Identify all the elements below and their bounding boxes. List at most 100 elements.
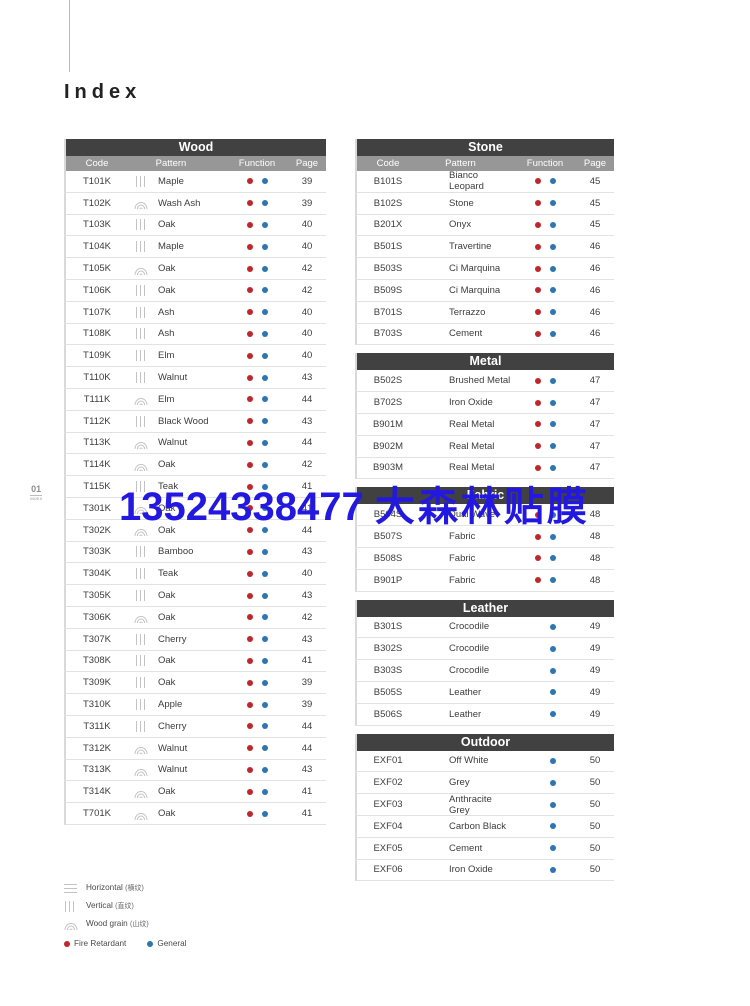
table-row[interactable]: B302S Crocodile 49 [355,638,614,661]
table-row[interactable]: EXF04 Carbon Black 50 [355,815,614,838]
table-row[interactable]: T115K Teak 41 [64,476,326,498]
cell-function [226,418,288,425]
table-row[interactable]: EXF05 Cement 50 [355,837,614,860]
general-dot [261,810,268,817]
cell-pattern-icon [128,699,154,711]
table-row[interactable]: B903M Real Metal 47 [355,457,614,480]
cell-pattern-icon [128,241,154,253]
table-row[interactable]: B503S Ci Marquina 46 [355,258,614,280]
table-row[interactable]: T302K Oak 44 [64,519,326,542]
table-row[interactable]: EXF06 Iron Oxide 50 [355,859,614,882]
table-row[interactable]: T102K Wash Ash 39 [64,192,326,215]
table-row[interactable]: B701S Terrazzo 46 [355,301,614,324]
table-row[interactable]: T314K Oak 41 [64,781,326,804]
table-row[interactable]: B101S Bianco Leopard 45 [355,170,614,193]
table-row[interactable]: T104K Maple 40 [64,236,326,259]
cell-function [226,788,288,795]
vertical-icon [135,677,148,689]
cell-pattern-icon [128,655,154,667]
table-row[interactable]: B303S Crocodile 49 [355,660,614,682]
cell-code: EXF06 [373,864,403,876]
wood-grain-icon [134,808,148,820]
table-row[interactable]: B703S Cement 46 [355,323,614,346]
cell-pattern: Oak [158,284,176,296]
table-row[interactable]: B504S Dual Wave 48 [355,504,614,527]
cell-pattern: Fabric [449,574,476,586]
table-outdoor: Outdoor EXF01 Off White 50 EXF02 Grey 50 EXF03 A… [355,733,614,882]
cell-pattern-icon [128,415,154,427]
general-dot [261,396,268,403]
fire-retardant-dot [534,533,541,540]
table-row[interactable]: T106K Oak 42 [64,279,326,302]
table-row[interactable]: T105K Oak 42 [64,258,326,280]
fire-retardant-dot-absent [535,624,541,630]
cell-code: B201X [373,219,403,231]
table-row[interactable]: EXF03 Anthracite Grey 50 [355,794,614,816]
table-row[interactable]: T301K Oak 41 [64,497,326,520]
cell-pattern-icon [128,175,154,187]
table-row[interactable]: T701K Oak 41 [64,803,326,825]
table-row[interactable]: B502S Brushed Metal 47 [355,370,614,393]
cell-function [226,243,288,250]
table-row[interactable]: B501S Travertine 46 [355,236,614,259]
table-row[interactable]: T112K Black Wood 43 [64,410,326,433]
table-row[interactable]: T305K Oak 43 [64,585,326,607]
table-row[interactable]: EXF01 Off White 50 [355,750,614,773]
fire-retardant-dot-absent [535,711,541,717]
table-row[interactable]: B702S Iron Oxide 47 [355,392,614,414]
table-row[interactable]: T303K Bamboo 43 [64,541,326,564]
cell-pattern: Iron Oxide [449,864,493,876]
table-row[interactable]: B506S Leather 49 [355,703,614,726]
table-row[interactable]: B102S Stone 45 [355,192,614,215]
table-row[interactable]: T103K Oak 40 [64,214,326,237]
cell-pattern-icon [128,590,154,602]
table-row[interactable]: T313K Walnut 43 [64,759,326,782]
table-row[interactable]: T113K Walnut 44 [64,432,326,455]
cell-page: 50 [589,820,601,832]
table-row[interactable]: T109K Elm 40 [64,345,326,368]
table-row[interactable]: B509S Ci Marquina 46 [355,279,614,302]
cell-code: T314K [83,786,111,798]
cell-pattern: Dual Wave [449,509,496,521]
legend-icon [64,883,86,894]
table-row[interactable]: T309K Oak 39 [64,672,326,695]
vertical-icon [135,372,148,384]
cell-function [514,243,576,250]
table-row[interactable]: B201X Onyx 45 [355,214,614,237]
wood-grain-icon [134,764,148,777]
fire-retardant-dot [534,421,541,428]
table-row[interactable]: T107K Ash 40 [64,301,326,324]
cell-pattern: Onyx [449,219,472,231]
table-row[interactable]: T304K Teak 40 [64,563,326,586]
cell-page: 47 [589,375,601,387]
table-row[interactable]: T312K Walnut 44 [64,737,326,760]
table-row[interactable]: B902M Real Metal 47 [355,435,614,458]
table-row[interactable]: B901M Real Metal 47 [355,413,614,436]
table-row[interactable]: B507S Fabric 48 [355,526,614,548]
table-row[interactable]: T306K Oak 42 [64,606,326,629]
cell-pattern: Teak [158,568,179,580]
cell-pattern-icon [128,328,154,340]
table-row[interactable]: B505S Leather 49 [355,681,614,704]
fire-retardant-dot [246,178,253,185]
table-row[interactable]: T110K Walnut 43 [64,367,326,389]
table-row[interactable]: B301S Crocodile 49 [355,616,614,639]
table-row[interactable]: T310K Apple 39 [64,694,326,716]
general-dot [549,667,556,674]
wood-grain-icon [134,524,148,537]
cell-code: B903M [372,462,404,474]
table-row[interactable]: EXF02 Grey 50 [355,772,614,795]
table-row[interactable]: B508S Fabric 48 [355,547,614,570]
fire-retardant-dot [246,374,253,381]
table-row[interactable]: T114K Oak 42 [64,454,326,477]
table-row[interactable]: T311K Cherry 44 [64,715,326,738]
fire-retardant-dot [534,309,541,316]
table-row[interactable]: T101K Maple 39 [64,171,326,193]
table-row[interactable]: T111K Elm 44 [64,388,326,411]
cell-function [514,309,576,316]
cell-code: T302K [83,524,111,536]
table-row[interactable]: T307K Cherry 43 [64,628,326,651]
table-row[interactable]: B901P Fabric 48 [355,569,614,592]
table-row[interactable]: T108K Ash 40 [64,323,326,346]
table-row[interactable]: T308K Oak 41 [64,650,326,673]
